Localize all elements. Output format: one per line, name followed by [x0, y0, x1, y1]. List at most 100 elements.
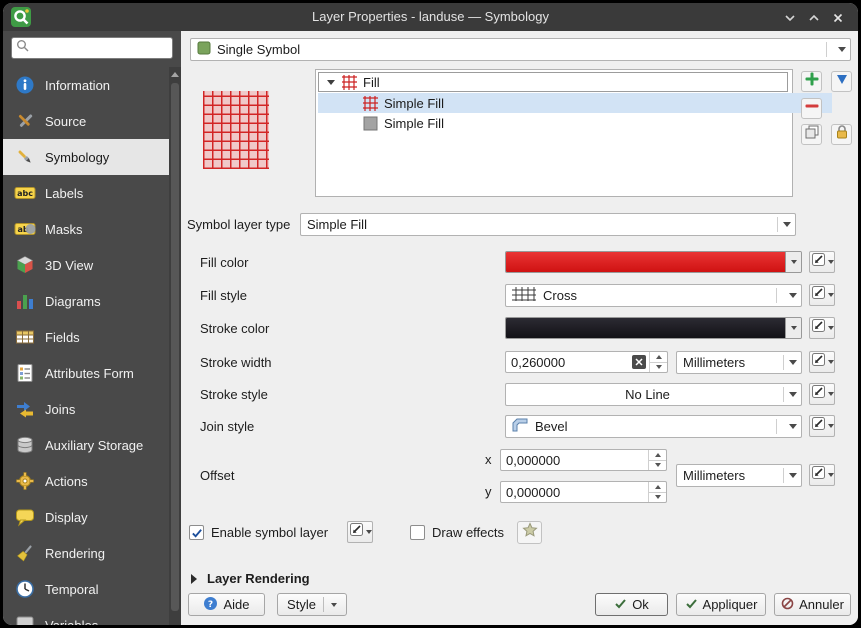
- spinner[interactable]: [649, 352, 667, 372]
- renderer-combo[interactable]: Single Symbol: [190, 38, 851, 61]
- fill-style-override-button[interactable]: [809, 284, 835, 306]
- sidebar-item-fields[interactable]: Fields: [3, 319, 169, 355]
- fill-color-override-button[interactable]: [809, 251, 835, 273]
- search-input[interactable]: [33, 40, 168, 56]
- spin-up-button[interactable]: [649, 482, 666, 492]
- simple-fill-cross-icon: [362, 95, 378, 111]
- stroke-width-spinbox[interactable]: [505, 351, 668, 373]
- sidebar-item-variables[interactable]: Variables: [3, 607, 169, 625]
- chevron-down-icon[interactable]: [785, 252, 801, 272]
- sidebar-item-attributes-form[interactable]: Attributes Form: [3, 355, 169, 391]
- spin-up-button[interactable]: [649, 450, 666, 460]
- tree-row-simple-fill-2[interactable]: Simple Fill: [318, 113, 832, 133]
- close-button[interactable]: [828, 10, 848, 26]
- symbol-layer-type-combo[interactable]: Simple Fill: [300, 213, 796, 236]
- remove-symbol-layer-button[interactable]: [801, 98, 822, 119]
- maximize-button[interactable]: [804, 10, 824, 26]
- join-style-combo[interactable]: Bevel: [505, 415, 802, 438]
- clear-value-icon[interactable]: [632, 355, 646, 369]
- symbol-layer-tree[interactable]: Fill Simple Fill Simple Fill: [315, 69, 793, 197]
- offset-y-input[interactable]: [501, 485, 648, 500]
- sidebar-item-joins[interactable]: Joins: [3, 391, 169, 427]
- fill-style-value: Cross: [543, 288, 577, 303]
- tree-row-simple-fill-1[interactable]: Simple Fill: [318, 93, 832, 113]
- data-defined-override-icon: [349, 522, 364, 542]
- offset-x-spinbox[interactable]: [500, 449, 667, 471]
- stroke-color-button[interactable]: [505, 317, 802, 339]
- spin-down-button[interactable]: [649, 460, 666, 471]
- sidebar-item-label: Temporal: [45, 582, 98, 597]
- sidebar-item-symbology[interactable]: Symbology: [3, 139, 169, 175]
- symbol-layer-type-value: Simple Fill: [307, 217, 367, 232]
- apply-button[interactable]: Appliquer: [676, 593, 766, 616]
- actions-icon: [13, 470, 37, 492]
- sidebar-item-information[interactable]: Information: [3, 67, 169, 103]
- stroke-style-override-button[interactable]: [809, 383, 835, 405]
- layer-rendering-header[interactable]: Layer Rendering: [207, 571, 310, 586]
- fill-style-label: Fill style: [200, 288, 247, 303]
- tree-row-fill[interactable]: Fill: [318, 72, 788, 92]
- offset-unit-combo[interactable]: Millimeters: [676, 464, 802, 487]
- spin-up-button[interactable]: [650, 352, 667, 362]
- offset-x-label: x: [485, 452, 492, 467]
- spinner[interactable]: [648, 482, 666, 502]
- effects-options-button[interactable]: [517, 521, 542, 544]
- search-icon: [16, 39, 29, 57]
- draw-effects-checkbox[interactable]: [410, 525, 425, 540]
- offset-x-input[interactable]: [501, 453, 648, 468]
- sidebar-item-labels[interactable]: abc Labels: [3, 175, 169, 211]
- collapse-arrow-icon[interactable]: [191, 574, 197, 584]
- lock-color-button[interactable]: [831, 124, 852, 145]
- data-defined-override-icon: [811, 416, 826, 436]
- enable-layer-override-button[interactable]: [347, 521, 373, 543]
- expand-arrow-icon[interactable]: [327, 80, 335, 85]
- stroke-color-override-button[interactable]: [809, 317, 835, 339]
- layer-properties-dialog: Layer Properties - landuse — Symbology I…: [3, 3, 858, 625]
- style-menu-button[interactable]: Style: [277, 593, 347, 616]
- spin-down-button[interactable]: [649, 492, 666, 503]
- minimize-button[interactable]: [780, 10, 800, 26]
- fill-style-combo[interactable]: Cross: [505, 284, 802, 307]
- stroke-width-override-button[interactable]: [809, 351, 835, 373]
- fill-color-button[interactable]: [505, 251, 802, 273]
- add-symbol-layer-button[interactable]: [801, 71, 822, 92]
- cancel-button[interactable]: Annuler: [774, 593, 851, 616]
- scrollbar-up-arrow[interactable]: [169, 67, 181, 81]
- chevron-down-icon[interactable]: [785, 318, 801, 338]
- sidebar-item-auxiliary-storage[interactable]: Auxiliary Storage: [3, 427, 169, 463]
- sidebar-item-display[interactable]: Display: [3, 499, 169, 535]
- sidebar-item-source[interactable]: Source: [3, 103, 169, 139]
- stroke-width-unit-combo[interactable]: Millimeters: [676, 351, 802, 374]
- sidebar-item-rendering[interactable]: Rendering: [3, 535, 169, 571]
- spinner[interactable]: [648, 450, 666, 470]
- move-down-button[interactable]: [831, 71, 852, 92]
- ok-button[interactable]: Ok: [595, 593, 668, 616]
- stroke-width-input[interactable]: [506, 355, 632, 370]
- sidebar-search[interactable]: [11, 37, 173, 59]
- enable-symbol-layer-checkbox[interactable]: [189, 525, 204, 540]
- spin-down-button[interactable]: [650, 362, 667, 373]
- join-style-override-button[interactable]: [809, 415, 835, 437]
- scrollbar-thumb[interactable]: [171, 83, 179, 611]
- sidebar-item-actions[interactable]: Actions: [3, 463, 169, 499]
- unit-value: Millimeters: [683, 355, 745, 370]
- join-style-value: Bevel: [535, 419, 568, 434]
- cross-pattern-icon: [512, 287, 536, 304]
- offset-y-label: y: [485, 484, 492, 499]
- fill-color-swatch: [506, 252, 785, 272]
- offset-override-button[interactable]: [809, 464, 835, 486]
- titlebar[interactable]: Layer Properties - landuse — Symbology: [3, 3, 858, 31]
- offset-y-spinbox[interactable]: [500, 481, 667, 503]
- stroke-color-swatch: [506, 318, 785, 338]
- help-button[interactable]: ? Aide: [188, 593, 265, 616]
- sidebar-scrollbar[interactable]: [169, 67, 181, 625]
- stroke-style-combo[interactable]: No Line: [505, 383, 802, 406]
- symbology-icon: [13, 146, 37, 168]
- simple-fill-gray-icon: [362, 115, 378, 131]
- sidebar-item-masks[interactable]: ab Masks: [3, 211, 169, 247]
- duplicate-symbol-layer-button[interactable]: [801, 124, 822, 145]
- sidebar-item-3d-view[interactable]: 3D View: [3, 247, 169, 283]
- sidebar-item-diagrams[interactable]: Diagrams: [3, 283, 169, 319]
- symbol-layer-type-label: Symbol layer type: [187, 217, 290, 232]
- sidebar-item-temporal[interactable]: Temporal: [3, 571, 169, 607]
